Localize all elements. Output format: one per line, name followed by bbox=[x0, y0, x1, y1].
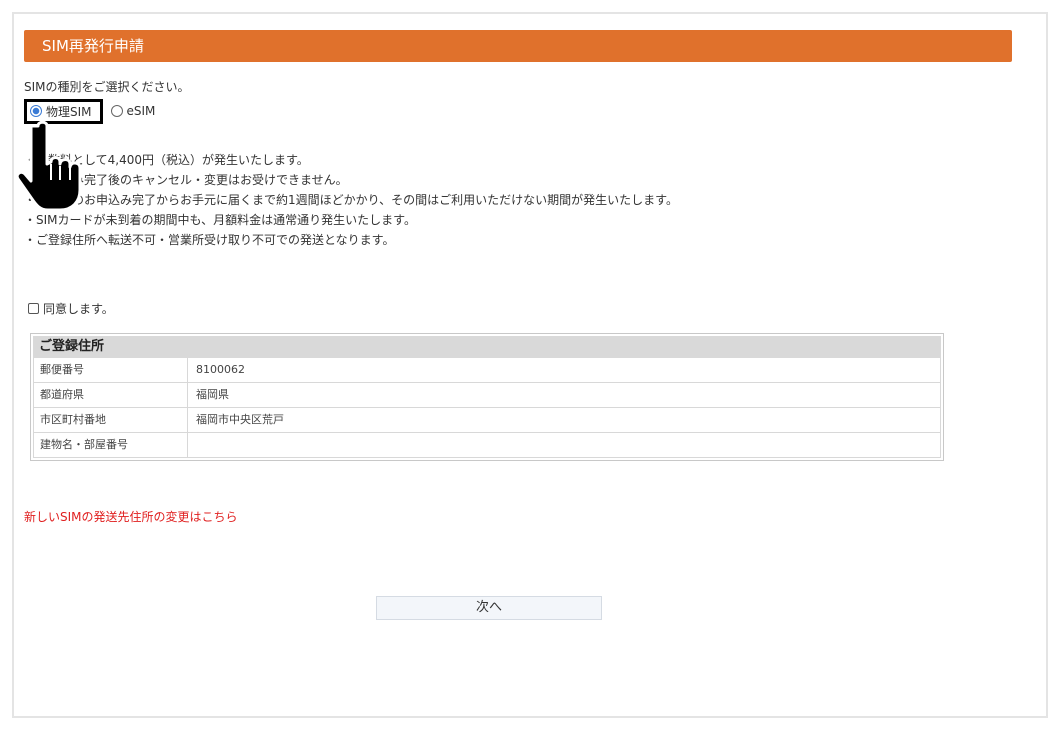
radio-esim-label: eSIM bbox=[126, 104, 156, 118]
radio-physical-sim-label: 物理SIM bbox=[46, 104, 92, 119]
address-label-city: 市区町村番地 bbox=[34, 408, 188, 432]
table-row: 市区町村番地 福岡市中央区荒戸 bbox=[33, 408, 941, 433]
agree-checkbox-label: 同意します。 bbox=[43, 302, 114, 316]
note-item: ・お申込み完了後のキャンセル・変更はお受けできません。 bbox=[24, 173, 348, 187]
address-value-postal-code: 8100062 bbox=[196, 363, 245, 376]
registered-address-heading: ご登録住所 bbox=[33, 336, 941, 358]
note-item: ・再発行のお申込み完了からお手元に届くまで約1週間ほどかかり、その間はご利用いた… bbox=[24, 193, 678, 207]
address-label-postal-code: 郵便番号 bbox=[34, 358, 188, 382]
change-shipping-address-link[interactable]: 新しいSIMの発送先住所の変更はこちら bbox=[24, 508, 238, 525]
registered-address-table: ご登録住所 郵便番号 8100062 都道府県 福岡県 市区町村番地 福岡市中央… bbox=[30, 333, 944, 461]
radio-physical-sim-dot[interactable] bbox=[30, 105, 42, 117]
table-row: 郵便番号 8100062 bbox=[33, 358, 941, 383]
address-value-city: 福岡市中央区荒戸 bbox=[196, 413, 284, 426]
radio-esim[interactable]: eSIM bbox=[110, 104, 156, 118]
note-item: ・ご登録住所へ転送不可・営業所受け取り不可での発送となります。 bbox=[24, 233, 395, 247]
agree-checkbox-box[interactable] bbox=[28, 303, 39, 314]
address-label-prefecture: 都道府県 bbox=[34, 383, 188, 407]
table-row: 都道府県 福岡県 bbox=[33, 383, 941, 408]
address-value-prefecture: 福岡県 bbox=[196, 388, 229, 401]
address-value-building bbox=[188, 433, 940, 457]
agree-checkbox[interactable]: 同意します。 bbox=[28, 300, 114, 317]
pointing-hand-icon bbox=[16, 120, 82, 212]
notes-list: ・手数料として4,400円（税込）が発生いたします。 ・お申込み完了後のキャンセ… bbox=[24, 150, 678, 250]
page-title: SIM再発行申請 bbox=[24, 30, 1012, 62]
sim-type-prompt: SIMの種別をご選択ください。 bbox=[24, 80, 190, 94]
table-row: 建物名・部屋番号 bbox=[33, 433, 941, 458]
note-item: ・SIMカードが未到着の期間中も、月額料金は通常通り発生いたします。 bbox=[24, 213, 416, 227]
next-button[interactable]: 次へ bbox=[376, 596, 602, 620]
radio-esim-dot[interactable] bbox=[110, 105, 123, 117]
note-item: ・手数料として4,400円（税込）が発生いたします。 bbox=[24, 153, 309, 167]
address-label-building: 建物名・部屋番号 bbox=[34, 433, 188, 457]
